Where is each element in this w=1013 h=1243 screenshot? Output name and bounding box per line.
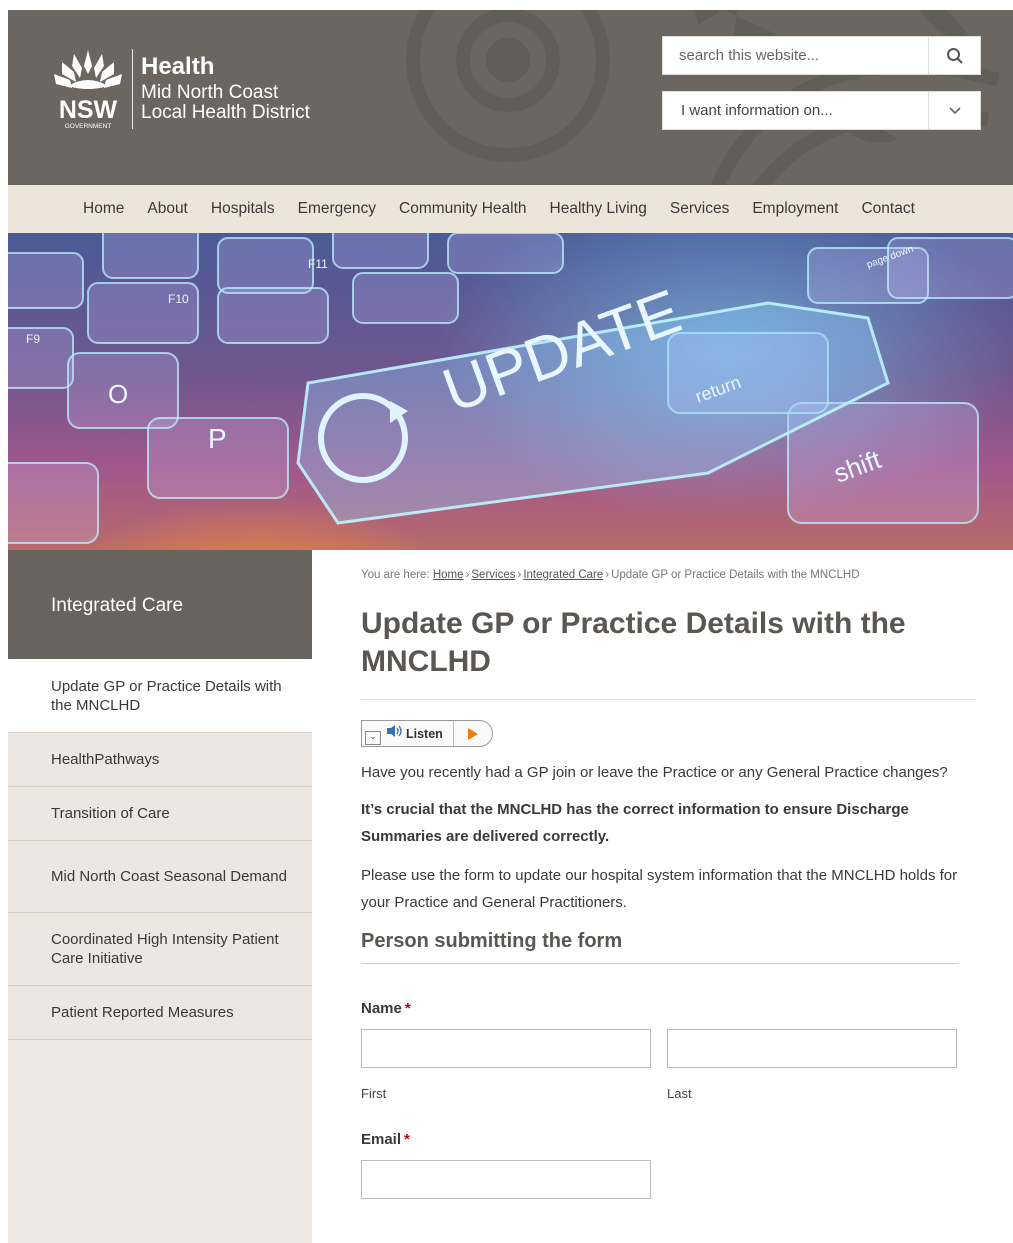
search-input[interactable] [663,37,928,74]
hero-key-o: O [108,379,128,409]
info-select-value: I want information on... [681,102,833,119]
sidebar-item-transition-of-care[interactable]: Transition of Care [8,787,312,841]
first-name-sublabel: First [361,1086,387,1101]
play-icon [467,727,478,740]
sidebar: Integrated Care Update GP or Practice De… [8,550,312,1243]
chevron-down-icon [948,106,961,114]
email-label-text: Email [361,1131,402,1148]
logo-divider [132,49,133,129]
breadcrumb-integrated-care[interactable]: Integrated Care [523,569,603,581]
intro-paragraph: Have you recently had a GP join or leave… [361,764,948,781]
first-name-input[interactable] [361,1029,651,1068]
name-label-text: Name [361,1000,402,1017]
sidebar-item-coordinated-care[interactable]: Coordinated High Intensity Patient Care … [8,913,312,986]
speaker-icon [386,724,402,743]
logo-text: Health Mid North Coast Local Health Dist… [141,55,310,123]
hero-key-f9: F9 [26,332,40,346]
sidebar-item-seasonal-demand[interactable]: Mid North Coast Seasonal Demand [8,841,312,913]
search-icon [946,47,963,64]
search-bar [662,36,981,75]
sidebar-heading: Integrated Care [8,550,312,659]
sidebar-item-update-gp[interactable]: Update GP or Practice Details with the M… [8,659,312,733]
nav-community-health[interactable]: Community Health [399,200,527,218]
play-button[interactable] [454,727,492,741]
name-sublabels: First Last [361,1086,976,1101]
important-paragraph: It’s crucial that the MNCLHD has the cor… [361,801,909,845]
listen-menu-toggle[interactable]: ⌄ [365,730,381,745]
breadcrumb-current: Update GP or Practice Details with the M… [611,569,860,581]
nav-healthy-living[interactable]: Healthy Living [550,200,647,218]
nsw-wordmark: NSW [59,96,118,124]
waratah-logo-mark: NSW GOVERNMENT [50,48,126,130]
nav-employment[interactable]: Employment [752,200,838,218]
email-input[interactable] [361,1160,651,1199]
logo-district-line2: Local Health District [141,102,310,123]
nav-hospitals[interactable]: Hospitals [211,200,275,218]
required-marker: * [404,1000,411,1017]
breadcrumb: You are here: Home › Services › Integrated C… [361,569,976,581]
logo-district-line1: Mid North Coast [141,82,279,103]
nav-home[interactable]: Home [83,200,124,218]
name-field-label: Name * [361,1000,976,1017]
breadcrumb-prefix: You are here: [361,569,430,581]
nsw-health-logo[interactable]: NSW GOVERNMENT Health Mid North Coast Lo… [50,48,310,130]
sidebar-item-healthpathways[interactable]: HealthPathways [8,733,312,787]
hero-key-f11: F11 [308,257,328,271]
hero-key-f10: F10 [168,292,189,306]
email-field-label: Email * [361,1131,976,1148]
main-nav: Home About Hospitals Emergency Community… [8,185,1013,233]
government-wordmark: GOVERNMENT [65,123,112,130]
listen-player: ⌄ Listen [361,720,493,747]
page-frame: NSW GOVERNMENT Health Mid North Coast Lo… [8,10,1013,1243]
listen-button[interactable]: Listen [406,721,454,746]
info-select-toggle[interactable] [928,92,980,129]
sidebar-item-patient-reported-measures[interactable]: Patient Reported Measures [8,986,312,1040]
nav-services[interactable]: Services [670,200,729,218]
page-title: Update GP or Practice Details with the M… [361,605,976,700]
keyboard-illustration: UPDATE F9 F10 F11 O P shift return page … [8,233,1013,544]
name-inputs [361,1029,976,1068]
hero-banner: UPDATE F9 F10 F11 O P shift return page … [8,233,1013,550]
main-content: You are here: Home › Services › Integrated C… [361,550,976,1199]
nav-emergency[interactable]: Emergency [298,200,376,218]
last-name-input[interactable] [667,1029,957,1068]
logo-health: Health [141,53,215,80]
instructions-paragraph: Please use the form to update our hospit… [361,867,958,911]
info-select[interactable]: I want information on... [662,91,981,130]
required-marker: * [404,1131,410,1148]
breadcrumb-home[interactable]: Home [433,569,464,581]
breadcrumb-separator: › [517,569,522,581]
last-name-sublabel: Last [667,1086,692,1101]
hero-key-p: P [208,423,227,454]
site-header: NSW GOVERNMENT Health Mid North Coast Lo… [8,10,1013,185]
breadcrumb-separator: › [465,569,470,581]
nav-about[interactable]: About [147,200,188,218]
breadcrumb-services[interactable]: Services [471,569,515,581]
form-section-title: Person submitting the form [361,930,959,964]
breadcrumb-separator: › [605,569,610,581]
nav-contact[interactable]: Contact [861,200,914,218]
search-button[interactable] [928,37,980,74]
